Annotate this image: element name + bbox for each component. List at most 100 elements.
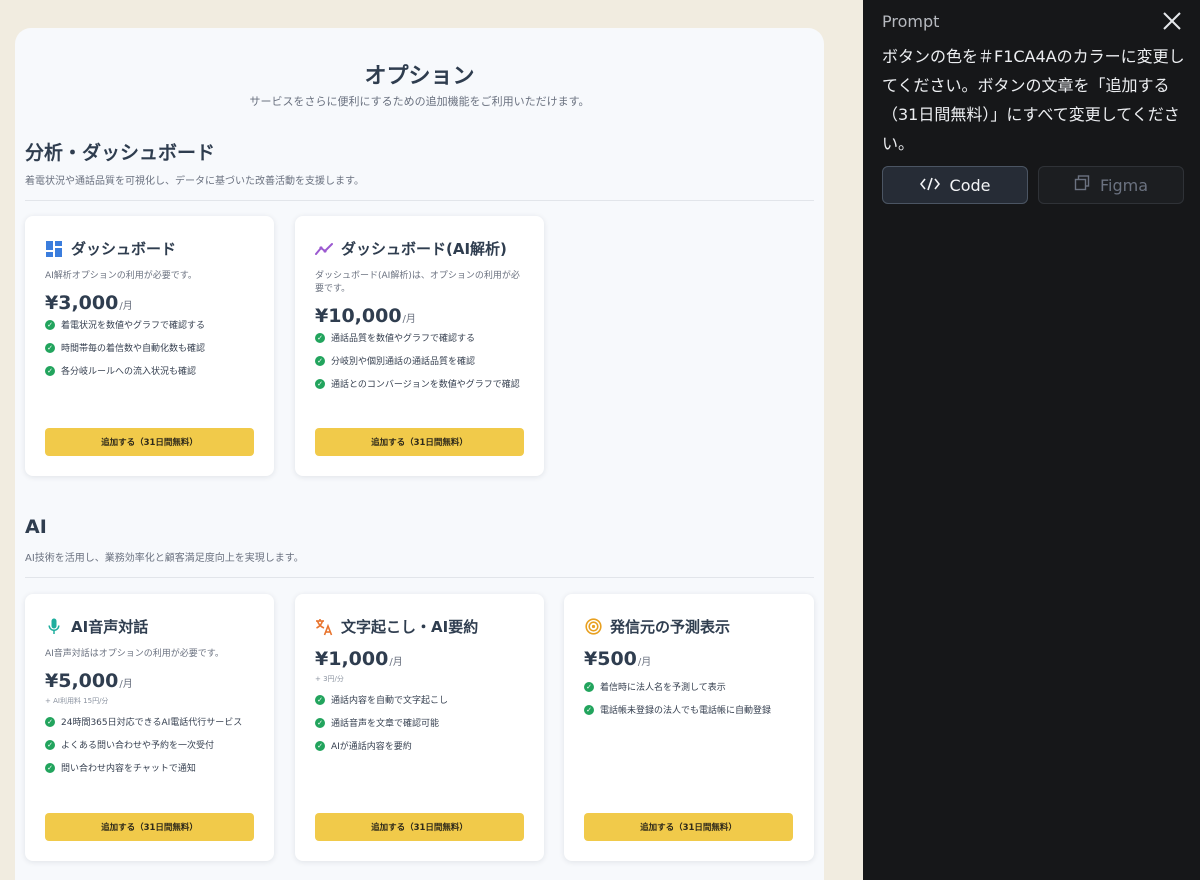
option-card-dashboard: ダッシュボード AI解析オプションの利用が必要です。 ¥3,000 /月 ✓ 着電…: [25, 216, 274, 476]
feature-text: 問い合わせ内容をチャットで通知: [61, 764, 196, 774]
feature-item: ✓ 通話内容を自動で文字起こし: [315, 688, 532, 711]
card-title: AI音声対話: [71, 618, 149, 636]
feature-text: 電話帳未登録の法人でも電話帳に自動登録: [600, 706, 772, 716]
translate-icon: [315, 618, 333, 636]
price-row: ¥1,000 /月: [315, 648, 403, 670]
feature-text: 24時間365日対応できるAI電話代行サービス: [61, 718, 243, 728]
add-option-button[interactable]: 追加する（31日間無料）: [45, 813, 254, 841]
check-icon: ✓: [584, 681, 594, 692]
feature-item: ✓ 着電状況を数値やグラフで確認する: [45, 313, 262, 336]
feature-item: ✓ よくある問い合わせや予約を一次受付: [45, 733, 262, 756]
feature-list: ✓ 着信時に法人名を予測して表示 ✓ 電話帳未登録の法人でも電話帳に自動登録: [584, 675, 802, 721]
card-note: AI解析オプションの利用が必要です。: [45, 271, 197, 281]
price-row: ¥500 /月: [584, 648, 651, 670]
price: ¥5,000: [45, 670, 119, 692]
feature-item: ✓ 電話帳未登録の法人でも電話帳に自動登録: [584, 698, 802, 721]
feature-list: ✓ 24時間365日対応できるAI電話代行サービス ✓ よくある問い合わせや予約を一…: [45, 710, 262, 779]
feature-list: ✓ 着電状況を数値やグラフで確認する ✓ 時間帯毎の着信数や自動化数も確認 ✓ 各分岐…: [45, 313, 262, 382]
feature-text: 分岐別や個別通話の通話品質を確認: [331, 357, 476, 367]
close-icon[interactable]: [1161, 10, 1183, 32]
feature-item: ✓ 各分岐ルールへの流入状況も確認: [45, 359, 262, 382]
feature-text: 通話音声を文章で確認可能: [331, 719, 440, 729]
price: ¥1,000: [315, 648, 389, 670]
check-icon: ✓: [45, 365, 55, 376]
feature-text: 着電状況を数値やグラフで確認する: [61, 321, 206, 331]
section-divider: [25, 577, 814, 578]
price-unit: /月: [119, 679, 133, 690]
add-option-button[interactable]: 追加する（31日間無料）: [315, 813, 524, 841]
feature-text: 通話品質を数値やグラフで確認する: [331, 334, 476, 344]
figma-tab-label: Figma: [1099, 175, 1149, 195]
code-tab-label: Code: [949, 175, 991, 195]
feature-text: AIが通話内容を要約: [331, 742, 412, 752]
card-header: 発信元の予測表示: [584, 616, 730, 637]
option-card-dashboard-ai: ダッシュボード(AI解析) ダッシュボード(AI解析)は、オプションの利用が必要…: [295, 216, 544, 476]
section-title-analytics: 分析・ダッシュボード: [25, 142, 216, 164]
price: ¥10,000: [315, 305, 402, 327]
feature-item: ✓ 時間帯毎の着信数や自動化数も確認: [45, 336, 262, 359]
options-panel: オプション サービスをさらに便利にするための追加機能をご利用いただけます。 分析…: [15, 28, 824, 880]
feature-text: よくある問い合わせや予約を一次受付: [61, 741, 215, 751]
feature-item: ✓ 通話品質を数値やグラフで確認する: [315, 326, 532, 349]
card-header: ダッシュボード: [45, 238, 176, 259]
price-unit: /月: [389, 657, 403, 668]
feature-list: ✓ 通話内容を自動で文字起こし ✓ 通話音声を文章で確認可能 ✓ AIが通話内容を要約: [315, 688, 532, 757]
target-icon: [584, 618, 602, 636]
prompt-text: ボタンの色を＃F1CA4Aのカラーに変更してください。ボタンの文章を「追加する（…: [882, 47, 1185, 153]
option-card-caller-prediction: 発信元の予測表示 ¥500 /月 ✓ 着信時に法人名を予測して表示 ✓ 電話帳未登録…: [564, 594, 814, 861]
feature-text: 時間帯毎の着信数や自動化数も確認: [61, 344, 206, 354]
check-icon: ✓: [315, 740, 325, 751]
add-option-button[interactable]: 追加する（31日間無料）: [315, 428, 524, 456]
card-header: 文字起こし・AI要約: [315, 616, 478, 637]
feature-item: ✓ 問い合わせ内容をチャットで通知: [45, 756, 262, 779]
price-surcharge: + AI利用料 15円/分: [45, 697, 109, 705]
card-note: ダッシュボード(AI解析)は、オプションの利用が必要です。: [315, 271, 520, 294]
check-icon: ✓: [315, 378, 325, 389]
check-icon: ✓: [315, 355, 325, 366]
code-tab-button[interactable]: Code: [882, 166, 1028, 204]
prompt-panel: Prompt ボタンの色を＃F1CA4Aのカラーに変更してください。ボタンの文章…: [863, 0, 1200, 880]
section-desc-ai: AI技術を活用し、業務効率化と顧客満足度向上を実現します。: [25, 553, 304, 564]
section-divider: [25, 200, 814, 201]
check-icon: ✓: [45, 319, 55, 330]
figma-tab-button[interactable]: Figma: [1038, 166, 1184, 204]
section-desc-analytics: 着電状況や通話品質を可視化し、データに基づいた改善活動を支援します。: [25, 176, 364, 187]
dashboard-icon: [45, 240, 63, 258]
microphone-icon: [45, 618, 63, 636]
prompt-label: Prompt: [882, 12, 940, 31]
price-unit: /月: [119, 301, 133, 312]
feature-list: ✓ 通話品質を数値やグラフで確認する ✓ 分岐別や個別通話の通話品質を確認 ✓ 通話と…: [315, 326, 532, 395]
add-option-button[interactable]: 追加する（31日間無料）: [45, 428, 254, 456]
check-icon: ✓: [315, 694, 325, 705]
feature-text: 通話内容を自動で文字起こし: [331, 696, 449, 706]
option-card-ai-voice: AI音声対話 AI音声対話はオプションの利用が必要です。 ¥5,000 /月 +…: [25, 594, 274, 861]
check-icon: ✓: [315, 717, 325, 728]
copy-icon: [1074, 175, 1090, 195]
feature-item: ✓ AIが通話内容を要約: [315, 734, 532, 757]
check-icon: ✓: [315, 332, 325, 343]
price-unit: /月: [402, 314, 416, 325]
feature-text: 通話とのコンバージョンを数値やグラフで確認: [331, 380, 520, 390]
check-icon: ✓: [584, 704, 594, 715]
price-row: ¥3,000 /月: [45, 292, 133, 314]
card-title: ダッシュボード: [71, 240, 177, 258]
price-row: ¥10,000 /月: [315, 305, 416, 327]
section-title-ai: AI: [25, 516, 47, 538]
page-title: オプション: [364, 64, 475, 89]
price-surcharge: + 3円/分: [315, 675, 344, 683]
price-row: ¥5,000 /月: [45, 670, 133, 692]
feature-item: ✓ 着信時に法人名を予測して表示: [584, 675, 802, 698]
feature-item: ✓ 通話とのコンバージョンを数値やグラフで確認: [315, 372, 532, 395]
check-icon: ✓: [45, 762, 55, 773]
card-note: AI音声対話はオプションの利用が必要です。: [45, 649, 224, 659]
option-card-transcription: 文字起こし・AI要約 ¥1,000 /月 + 3円/分 ✓ 通話内容を自動で文字起…: [295, 594, 544, 861]
code-icon: [919, 176, 940, 195]
page-subtitle: サービスをさらに便利にするための追加機能をご利用いただけます。: [249, 95, 590, 108]
check-icon: ✓: [45, 716, 55, 727]
price: ¥3,000: [45, 292, 119, 314]
feature-item: ✓ 分岐別や個別通話の通話品質を確認: [315, 349, 532, 372]
feature-text: 着信時に法人名を予測して表示: [600, 683, 726, 693]
add-option-button[interactable]: 追加する（31日間無料）: [584, 813, 793, 841]
card-header: ダッシュボード(AI解析): [315, 238, 507, 259]
price: ¥500: [584, 648, 637, 670]
